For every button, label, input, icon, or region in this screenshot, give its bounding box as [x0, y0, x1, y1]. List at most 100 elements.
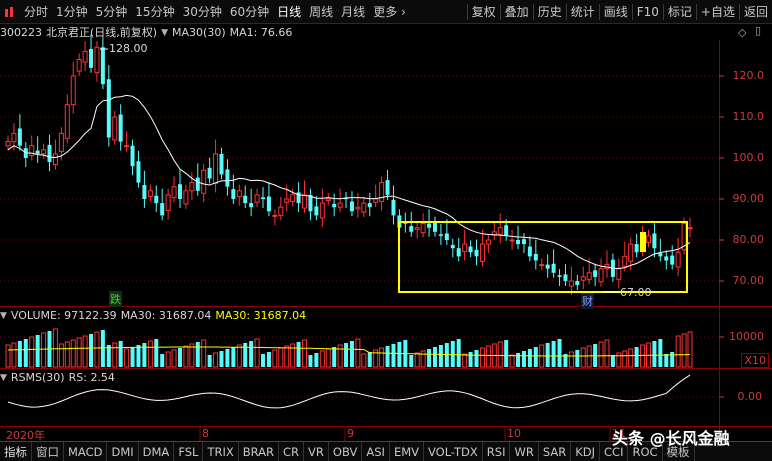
volume-bar	[622, 350, 628, 368]
candle-body	[545, 264, 550, 269]
volume-bar	[670, 352, 675, 367]
volume-bar	[177, 348, 182, 367]
volume-bar	[409, 355, 414, 367]
volume-bar	[171, 349, 177, 368]
volume-bar	[397, 342, 402, 367]
kline-chart[interactable]	[0, 0, 772, 441]
volume-bar	[147, 340, 153, 368]
volume-bar	[325, 348, 331, 368]
volume-bar	[94, 331, 100, 368]
date-tick-label: 10	[507, 427, 521, 440]
volume-bar	[337, 344, 343, 368]
candle-body	[479, 243, 485, 262]
volume-bar	[118, 341, 123, 367]
volume-bar	[379, 347, 385, 368]
candle-body	[70, 75, 76, 106]
candle-body	[249, 203, 254, 208]
volume-bar	[533, 347, 538, 367]
tab-macd[interactable]: MACD	[64, 441, 108, 461]
candle-body	[243, 195, 248, 204]
volume-bar	[456, 339, 461, 367]
volume-bar	[521, 351, 526, 367]
volume-bar	[302, 339, 308, 368]
candle-body	[225, 169, 230, 187]
tab-kdj[interactable]: KDJ	[571, 441, 601, 461]
volume-bar	[70, 339, 76, 368]
candle-body	[468, 246, 473, 253]
candle-body	[308, 194, 313, 212]
volume-bar	[391, 344, 396, 367]
candle-body	[261, 197, 266, 199]
tab-vr[interactable]: VR	[304, 441, 329, 461]
candle-body	[687, 227, 693, 230]
volume-bar	[497, 341, 503, 368]
volume-bar	[100, 330, 105, 367]
volume-bar	[52, 328, 58, 368]
tab-obv[interactable]: OBV	[329, 441, 363, 461]
volume-bar	[219, 351, 224, 367]
volume-bar	[450, 341, 455, 367]
volume-bar	[681, 333, 687, 368]
low-price-annotation: 67.00	[620, 286, 652, 299]
volume-bar	[17, 341, 22, 367]
rsms-line	[7, 374, 691, 409]
volume-bar	[213, 352, 219, 368]
financial-marker[interactable]: 财	[581, 293, 594, 309]
candle-body	[290, 194, 296, 202]
volume-bar	[634, 347, 639, 367]
tab-指标[interactable]: 指标	[0, 441, 32, 461]
candle-body	[189, 182, 195, 192]
candle-body	[177, 184, 182, 199]
tab-sar[interactable]: SAR	[539, 441, 572, 461]
candle-body	[47, 144, 52, 163]
tab-dmi[interactable]: DMI	[107, 441, 139, 461]
volume-bar	[462, 353, 468, 368]
volume-bar	[349, 341, 354, 367]
candle-body	[106, 79, 111, 138]
tab-fsl[interactable]: FSL	[174, 441, 204, 461]
volume-bar	[225, 349, 230, 367]
candle-body	[266, 196, 271, 212]
volume-axis-top: 10000	[729, 330, 764, 343]
volume-bar	[545, 343, 550, 367]
volume-bar	[195, 342, 200, 367]
volume-bar	[485, 345, 491, 368]
candle-body	[485, 239, 491, 245]
candle-body	[349, 201, 354, 212]
candle-body	[527, 246, 532, 257]
candle-body	[516, 240, 521, 245]
candle-body	[622, 255, 628, 267]
tab-窗口[interactable]: 窗口	[32, 441, 64, 461]
candle-body	[207, 167, 212, 179]
volume-bar	[89, 334, 94, 367]
candle-body	[628, 243, 634, 262]
tab-asi[interactable]: ASI	[362, 441, 390, 461]
candle-body	[557, 275, 562, 277]
volume-bar	[664, 354, 669, 367]
candle-body	[670, 255, 675, 265]
candle-body	[675, 251, 681, 268]
volume-bar	[11, 342, 17, 368]
tab-vol-tdx[interactable]: VOL-TDX	[424, 441, 483, 461]
candle-body	[551, 263, 556, 273]
tab-brar[interactable]: BRAR	[239, 441, 280, 461]
volume-bar	[586, 345, 592, 368]
tab-cr[interactable]: CR	[279, 441, 305, 461]
candle-body	[64, 104, 70, 139]
tab-trix[interactable]: TRIX	[203, 441, 239, 461]
tab-emv[interactable]: EMV	[390, 441, 424, 461]
candle-body	[160, 203, 165, 216]
tab-rsi[interactable]: RSI	[483, 441, 511, 461]
candle-body	[450, 244, 455, 249]
date-tick-label: 8	[202, 427, 209, 440]
candle-body	[130, 145, 135, 167]
candle-body	[355, 206, 361, 210]
candle-body	[497, 227, 503, 235]
candle-body	[438, 234, 443, 236]
fall-marker[interactable]: 跌	[109, 291, 122, 307]
tab-dma[interactable]: DMA	[139, 441, 175, 461]
volume-bar	[432, 347, 437, 367]
candle-body	[272, 214, 278, 217]
volume-bar	[130, 347, 135, 367]
tab-wr[interactable]: WR	[510, 441, 539, 461]
